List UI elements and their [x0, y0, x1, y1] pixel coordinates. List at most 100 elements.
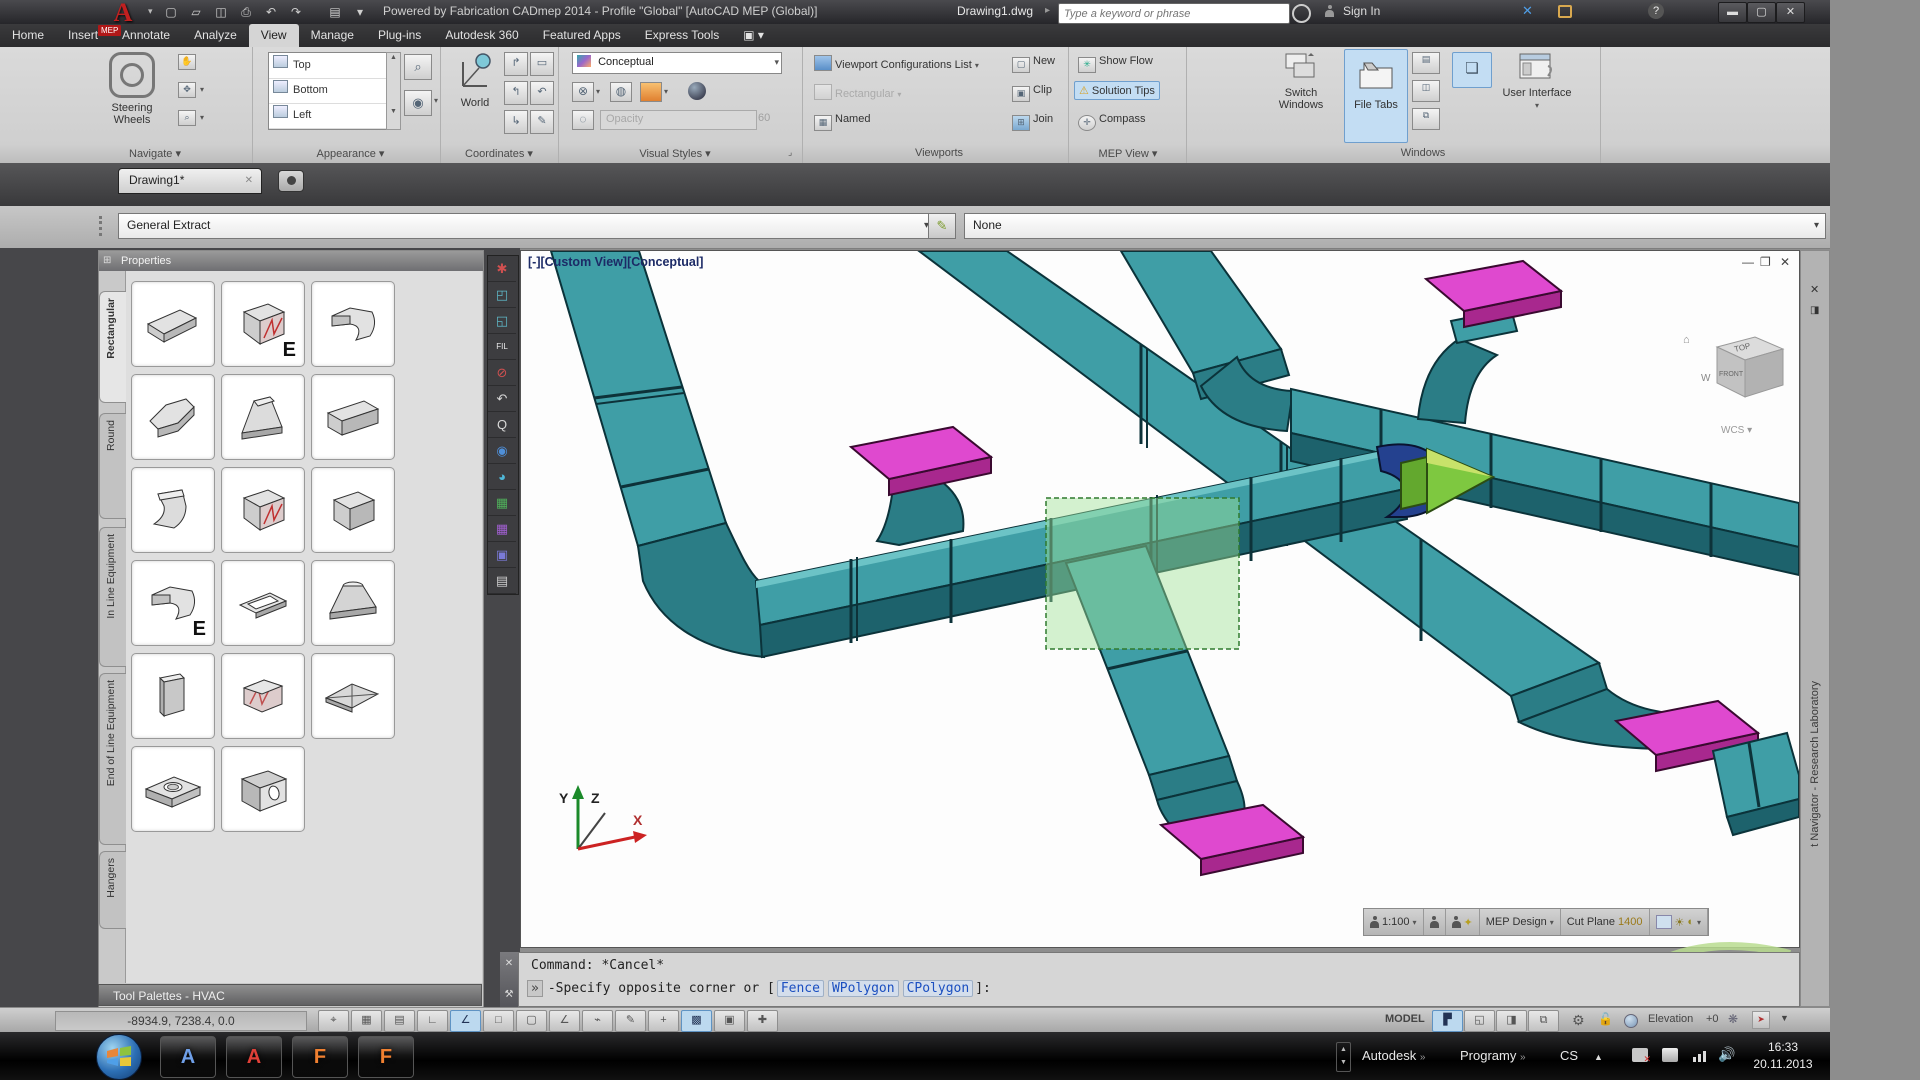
palette-tile-rect-transition-offset[interactable] — [131, 374, 215, 460]
ribbon-tab-overflow-icon[interactable]: ▣ ▾ — [731, 24, 776, 47]
solution-tips-button[interactable]: ⚠Solution Tips — [1074, 81, 1160, 100]
toggle-ortho-mode[interactable]: ∟ — [417, 1010, 448, 1032]
switch-windows-button[interactable]: Switch Windows — [1268, 52, 1334, 111]
cadmep-render-purple-icon[interactable]: ▦ — [488, 516, 516, 542]
panel-label-viewports[interactable]: Viewports — [814, 147, 1064, 159]
qat-plot-icon[interactable]: ⎙ — [235, 2, 257, 22]
view-direction-bottom[interactable]: Bottom — [269, 78, 387, 104]
status-menu-icon[interactable]: ▼ — [1780, 1013, 1789, 1023]
show-flow-button[interactable]: ✳Show Flow — [1078, 55, 1153, 73]
palette-tile-rect-corner-damper[interactable] — [221, 653, 305, 739]
panel-label-navigate[interactable]: Navigate ▾ — [100, 147, 210, 160]
taskbar-cadmep-1[interactable]: F — [292, 1036, 348, 1078]
cadmep-fill-icon[interactable]: FIL — [488, 334, 516, 360]
ribbon-tab-home[interactable]: Home — [0, 24, 56, 47]
sign-in-button[interactable]: Sign In — [1343, 4, 1380, 18]
view-direction-left[interactable]: Left — [269, 103, 387, 129]
qat-sheet-set-icon[interactable]: ▤ — [324, 2, 346, 22]
wireframe-sphere-icon[interactable]: ⊗ — [572, 82, 594, 102]
doc-restore-icon[interactable]: ❐ — [1760, 255, 1771, 269]
model-label[interactable]: MODEL — [1385, 1013, 1425, 1025]
world-ucs-button[interactable]: World — [450, 52, 500, 109]
command-option-wpolygon[interactable]: WPolygon — [828, 980, 899, 997]
qat-redo-icon[interactable]: ↷ — [285, 2, 307, 22]
palette-tile-rect-riser-stub[interactable] — [131, 653, 215, 739]
file-tabs-button[interactable]: File Tabs — [1344, 49, 1408, 143]
exchange-apps-icon[interactable]: ✕ — [1522, 3, 1533, 19]
viewport-named-button[interactable]: ▦Named — [814, 113, 870, 131]
volume-icon[interactable]: 🔊 — [1718, 1046, 1735, 1063]
command-prompt-line[interactable]: »-Specify opposite corner or [FenceWPoly… — [519, 973, 1799, 997]
toggle-selection-cycling[interactable]: ▣ — [714, 1010, 745, 1032]
quick-view-drawings-button[interactable]: ⧉ — [1528, 1010, 1559, 1032]
palette-tile-rect-flange-frame[interactable] — [221, 560, 305, 646]
viewport-extra-tools[interactable]: ☀◐▾ — [1650, 909, 1709, 935]
palette-tile-rect-taper-transition[interactable] — [221, 374, 305, 460]
view-list-scrollbar[interactable]: ▲▼ — [386, 52, 401, 130]
tray-group-autodesk[interactable]: Autodesk » — [1362, 1048, 1425, 1063]
lock-icon[interactable] — [1558, 5, 1572, 18]
palette-tile-rect-radius-elbow[interactable] — [311, 281, 395, 367]
navigator-close-icon[interactable]: ✕ — [1810, 283, 1819, 296]
logo-dropdown-icon[interactable]: ▾ — [148, 6, 153, 17]
cadmep-shade-icon[interactable]: ◕ — [488, 464, 516, 490]
palette-tile-hanger-plate-round-hole[interactable] — [131, 746, 215, 832]
tray-language[interactable]: CS — [1560, 1048, 1578, 1063]
tray-expand-icon[interactable]: ▲ — [1594, 1052, 1603, 1062]
cadmep-ucs-view-icon[interactable]: ▣ — [488, 542, 516, 568]
cascade-icon[interactable]: ⧉ — [1412, 108, 1440, 130]
cut-plane-button[interactable]: Cut Plane1400 — [1561, 909, 1650, 935]
viewport-join-button[interactable]: ⊞Join — [1012, 113, 1053, 131]
palette-tab-hangers[interactable]: Hangers — [99, 851, 126, 929]
minimize-button[interactable]: ▬ — [1718, 2, 1747, 23]
network-icon[interactable] — [1692, 1048, 1710, 1067]
action-center-icon[interactable]: ✕ — [1632, 1048, 1648, 1062]
viewcube[interactable]: ⌂ TOP FRONT W WCS ▾ — [1683, 334, 1783, 436]
toggle-3d-object-snap[interactable]: ▢ — [516, 1010, 547, 1032]
shaded-sphere-icon[interactable]: ◍ — [610, 82, 632, 102]
cadmep-zoom-window-icon[interactable]: ◰ — [488, 282, 516, 308]
ribbon-tab-manage[interactable]: Manage — [299, 24, 366, 47]
search-input[interactable] — [1058, 3, 1290, 24]
user-interface-button[interactable]: User Interface▾ — [1502, 52, 1572, 112]
command-window-grip[interactable]: ✕ ⚒ — [500, 952, 518, 1007]
project-navigator-strip[interactable]: ✕ ◨ t Navigator - Research Laboratory — [1800, 250, 1830, 1007]
ucs-tool-4[interactable]: ↳ — [504, 110, 528, 134]
wireframe-dropdown-icon[interactable]: ▾ — [596, 87, 600, 96]
orbit-dropdown-icon[interactable]: ▾ — [200, 85, 204, 94]
drawing-canvas[interactable]: Y Z X ⌂ TOP FRONT W WCS ▾ — [520, 250, 1800, 948]
ucs-tool-3[interactable]: ↶ — [530, 81, 554, 105]
restore-drawing-icon[interactable]: ❏ — [1452, 52, 1492, 88]
annotation-visibility-button[interactable] — [1424, 909, 1446, 935]
palette-tile-hanger-box-side-opening[interactable] — [221, 746, 305, 832]
palette-tile-rect-square-to-round[interactable] — [311, 560, 395, 646]
viewport-clip-button[interactable]: ▣Clip — [1012, 84, 1052, 102]
restore-button[interactable]: ▢ — [1747, 2, 1776, 23]
qat-save-icon[interactable]: ◫ — [210, 2, 232, 22]
doc-minimize-icon[interactable]: — — [1742, 255, 1754, 269]
shadow-sphere-icon[interactable] — [688, 82, 706, 100]
toggle-object-snap[interactable]: □ — [483, 1010, 514, 1032]
workspace-gear-icon[interactable]: ⚙ — [1572, 1012, 1585, 1029]
zoom-realtime-icon[interactable]: ⌕ — [404, 54, 432, 80]
qat-undo-icon[interactable]: ↶ — [260, 2, 282, 22]
palette-tab-in-line-equipment[interactable]: In Line Equipment — [99, 527, 126, 667]
steering-wheels-button[interactable]: Steering Wheels — [100, 52, 164, 126]
display-config-button[interactable]: MEP Design▾ — [1480, 909, 1561, 935]
cadmep-render-green-icon[interactable]: ▦ — [488, 490, 516, 516]
palette-tab-end-of-line-equipment[interactable]: End of Line Equipment — [99, 673, 126, 845]
cadmep-orbit-icon[interactable]: ◉ — [488, 438, 516, 464]
toggle-grid-display[interactable]: ▤ — [384, 1010, 415, 1032]
visual-style-combo[interactable]: Conceptual▾ — [572, 52, 782, 74]
toggle-lineweight[interactable]: + — [648, 1010, 679, 1032]
materials-dropdown-icon[interactable]: ▾ — [664, 87, 668, 96]
view-direction-top[interactable]: Top — [269, 53, 387, 79]
toggle-polar-tracking[interactable]: ∠ — [450, 1010, 481, 1032]
orbit-icon[interactable]: ✥ — [178, 82, 196, 98]
app-status-icon[interactable]: ➤ — [1752, 1011, 1770, 1029]
ribbon-tab-plug-ins[interactable]: Plug-ins — [366, 24, 433, 47]
viewport-config-list-button[interactable]: Viewport Configurations List ▾ — [814, 55, 979, 71]
cadmep-zoom-icon[interactable]: Q — [488, 412, 516, 438]
viewport-controls-label[interactable]: [-][Custom View][Conceptual] — [528, 255, 703, 269]
tray-app-icon[interactable] — [1662, 1048, 1678, 1062]
